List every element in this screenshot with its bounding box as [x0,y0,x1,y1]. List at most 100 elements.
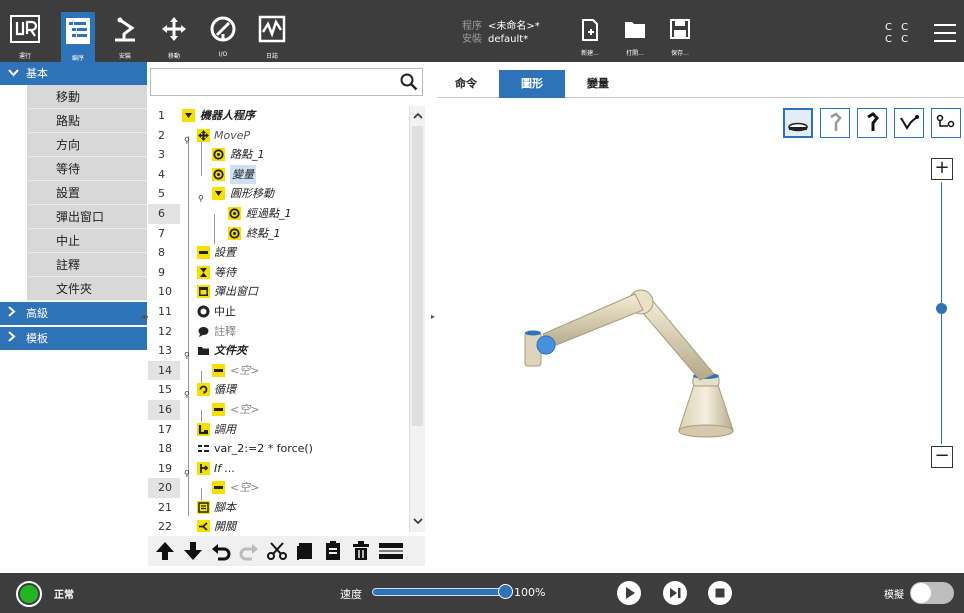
tree-row[interactable]: 9 等待 [148,263,410,283]
zoom-in-button[interactable]: + [931,158,953,180]
nav-item-popup[interactable]: 彈出窗口 [27,205,147,229]
tree-row-label: <空> [230,363,260,377]
line-number: 6 [148,203,180,224]
tree-row[interactable]: 16 <空> [148,399,410,420]
install-tab-button[interactable]: 安裝 [108,14,142,60]
nav-item-set[interactable]: 設置 [27,181,147,205]
tree-row[interactable]: 18 var_2:=2 * force() [148,439,410,459]
zoom-slider-thumb[interactable] [936,303,947,314]
tree-row[interactable]: 7 終點_1 [148,224,410,244]
zoom-out-button[interactable]: − [931,446,953,468]
nav-item-direction[interactable]: 方向 [27,133,147,157]
tree-row[interactable]: 2 ⚲ MoveP [148,126,410,146]
tree-row-label: 調用 [214,422,236,436]
view-robot-button[interactable] [820,108,850,138]
nav-item-waypoint[interactable]: 路點 [27,109,147,133]
tree-row[interactable]: 19 ⚲ If ... [148,459,410,479]
scrollbar-thumb[interactable] [412,126,423,426]
chevron-right-icon [8,327,26,350]
nav-category-basic[interactable]: 基本 [0,62,147,85]
speed-slider-track[interactable] [372,588,506,596]
tree-row-label: 循環 [214,383,236,397]
redo-icon[interactable] [238,540,260,562]
nav-item-wait[interactable]: 等待 [27,157,147,181]
tree-row[interactable]: 3 路點_1 [148,145,410,165]
move-up-arrow-icon[interactable] [154,540,176,562]
play-button[interactable] [617,581,641,605]
tab-graphics[interactable]: 圖形 [499,70,565,98]
tree-row[interactable]: 15 ⚲ 循環 [148,380,410,400]
tree-row[interactable]: 22 開關 [148,517,410,532]
tree-row[interactable]: 1 機器人程序 [148,106,410,126]
speed-label: 速度 [340,588,362,601]
tree-row[interactable]: 8 設置 [148,243,410,263]
delete-trash-icon[interactable] [350,540,372,562]
cut-scissors-icon[interactable] [266,540,288,562]
view-robot-solid-button[interactable] [857,108,887,138]
speed-slider-thumb[interactable] [498,584,513,599]
program-tab-button[interactable]: 編序 [61,12,95,62]
tree-row[interactable]: 5 ⚲ 圓形移動 [148,184,410,204]
nav-item-halt[interactable]: 中止 [27,229,147,253]
tree-row-label: 等待 [214,265,236,279]
nav-item-comment[interactable]: 註釋 [27,253,147,277]
log-tab-button[interactable]: 日誌 [255,14,289,60]
move-tab-button[interactable]: 移動 [157,14,191,60]
tree-row-label: <空> [230,402,260,416]
undo-icon[interactable] [210,540,232,562]
view-waypoints-button[interactable] [931,108,961,138]
tree-row[interactable]: 6 經過點_1 [148,203,410,224]
hamburger-menu-icon[interactable] [934,24,956,44]
tree-row[interactable]: 17 調用 [148,420,410,440]
run-label[interactable]: 運行 [10,51,40,60]
tree-row[interactable]: 4 變量 [148,164,410,185]
tree-row[interactable]: 20 <空> [148,478,410,498]
tree-row-label: var_2:=2 * force() [214,442,313,456]
stop-button[interactable] [708,581,732,605]
tree-row-label: 設置 [214,246,236,260]
tree-scrollbar[interactable] [409,106,425,532]
suppress-icon[interactable] [378,540,404,562]
collapse-tree-panel-icon[interactable]: ▸ [431,312,435,321]
robot-status-indicator-icon[interactable] [16,581,42,607]
open-program-button[interactable]: 打開... [619,18,651,58]
scroll-down-icon[interactable] [411,514,425,528]
line-number: 4 [158,167,165,181]
tree-row[interactable]: 21 腳本 [148,498,410,518]
tab-command[interactable]: 命令 [437,70,495,98]
save-program-button[interactable]: 保存... [664,18,696,58]
tree-row[interactable]: 13 ⚲ 文件夾 [148,341,410,361]
tree-row[interactable]: 12 註釋 [148,322,410,342]
io-icon [210,16,236,42]
nav-category-templates[interactable]: 模板 [0,327,147,350]
scroll-up-icon[interactable] [411,109,425,123]
expand-triangle-icon[interactable] [182,109,195,122]
paste-clipboard-icon[interactable] [322,540,344,562]
view-path-button[interactable] [894,108,924,138]
line-number: 18 [158,442,172,456]
new-program-button[interactable]: 新建... [574,18,606,58]
nav-item-move[interactable]: 移動 [27,85,147,109]
robot-3d-view[interactable] [507,272,767,442]
move-down-arrow-icon[interactable] [182,540,204,562]
tree-search-input[interactable] [150,68,423,96]
program-tree-icon [66,18,90,44]
view-base-button[interactable] [783,108,813,138]
tree-row[interactable]: 11 中止 [148,302,410,322]
io-tab-button[interactable]: I/O [206,14,240,58]
tree-row-label: 開關 [214,520,236,532]
line-number: 9 [158,265,165,279]
waypoints-icon [936,114,955,128]
copy-icon[interactable] [294,540,316,562]
nav-item-folder[interactable]: 文件夾 [27,277,147,301]
simulation-toggle[interactable] [910,582,954,604]
expand-triangle-icon[interactable] [212,187,225,201]
step-button[interactable] [663,581,687,605]
line-number: 16 [148,399,180,420]
tree-row[interactable]: 14 <空> [148,360,410,381]
nav-category-advanced[interactable]: 高級 [0,302,147,325]
move-tab-label: 移動 [167,53,180,60]
search-icon[interactable] [400,73,418,91]
tab-variables[interactable]: 變量 [569,70,627,98]
tree-row[interactable]: 10 彈出窗口 [148,282,410,302]
